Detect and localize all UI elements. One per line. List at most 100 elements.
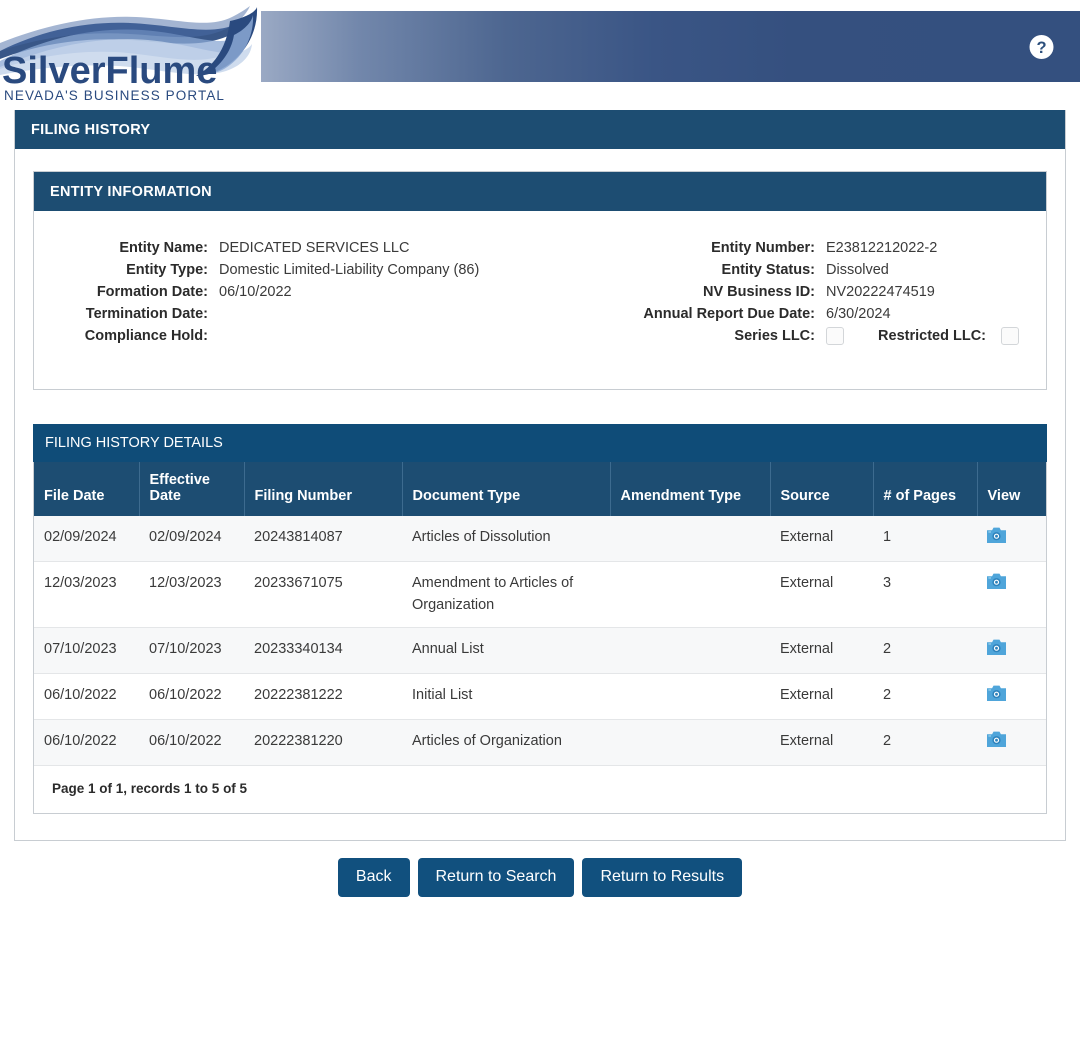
entity-number-value: E23812212022-2 — [826, 240, 938, 256]
compliance-hold-label: Compliance Hold: — [84, 328, 208, 344]
cell-source: External — [770, 719, 873, 767]
camera-icon[interactable] — [987, 572, 1006, 590]
column-header-file-date[interactable]: File Date — [34, 462, 140, 517]
entity-information-body: Entity Name: DEDICATED SERVICES LLC Enti… — [34, 211, 1046, 389]
column-header-num-pages[interactable]: # of Pages — [873, 462, 978, 517]
series-llc-cell: Restricted LLC: — [826, 325, 1046, 347]
logo-tagline: NEVADA'S BUSINESS PORTAL — [4, 88, 225, 103]
svg-text:?: ? — [1036, 38, 1046, 56]
annual-report-due-date-label: Annual Report Due Date: — [643, 306, 815, 322]
header-banner-bar: ? — [261, 11, 1080, 82]
cell-num-pages: 2 — [873, 673, 977, 721]
cell-file-date: 06/10/2022 — [34, 719, 139, 767]
camera-icon[interactable] — [987, 730, 1006, 748]
cell-amendment-type — [610, 561, 770, 629]
cell-amendment-type — [610, 516, 770, 563]
table-row: 06/10/2022 06/10/2022 20222381220 Articles … — [34, 719, 1046, 767]
cell-document-type: Articles of Organization — [402, 719, 610, 767]
filing-history-table: File Date Effective Date Filing Number D… — [34, 462, 1046, 767]
cell-view[interactable] — [977, 561, 1046, 629]
cell-effective-date: 06/10/2022 — [139, 719, 244, 767]
cell-document-type: Articles of Dissolution — [402, 516, 610, 563]
table-header-row: File Date Effective Date Filing Number D… — [34, 462, 1046, 517]
site-header: ? SilverFlume NEVADA'S BUSINESS PORTAL — [0, 0, 1080, 110]
entity-info-row-type: Entity Type: Domestic Limited-Liability … — [34, 259, 1046, 281]
cell-amendment-type — [610, 719, 770, 767]
filing-history-details-section: FILING HISTORY DETAILS File Date Effecti… — [33, 424, 1047, 815]
cell-view[interactable] — [977, 516, 1046, 563]
entity-type-value: Domestic Limited-Liability Company (86) — [219, 262, 480, 278]
cell-effective-date: 02/09/2024 — [139, 516, 244, 563]
cell-filing-number: 20233671075 — [244, 561, 402, 629]
entity-info-row-termination: Termination Date: Annual Report Due Date… — [34, 303, 1046, 325]
column-header-effective-date[interactable]: Effective Date — [139, 462, 245, 517]
cell-file-date: 12/03/2023 — [34, 561, 139, 629]
cell-num-pages: 2 — [873, 719, 977, 767]
compliance-hold-value — [219, 325, 511, 347]
filing-history-title: FILING HISTORY — [15, 110, 1065, 149]
column-header-amendment-type[interactable]: Amendment Type — [610, 462, 771, 517]
column-header-filing-number[interactable]: Filing Number — [244, 462, 403, 517]
series-llc-checkbox[interactable] — [826, 327, 844, 346]
nv-business-id-label: NV Business ID: — [703, 284, 815, 300]
restricted-llc-checkbox[interactable] — [1001, 327, 1020, 346]
logo-wordmark: SilverFlume — [2, 50, 217, 92]
help-icon[interactable]: ? — [1029, 34, 1054, 59]
cell-filing-number: 20233340134 — [244, 627, 402, 675]
formation-date-label: Formation Date: — [96, 284, 208, 300]
cell-file-date: 02/09/2024 — [34, 516, 139, 563]
filing-history-table-head: File Date Effective Date Filing Number D… — [34, 462, 1046, 517]
pagination-status: Page 1 of 1, records 1 to 5 of 5 — [52, 781, 248, 797]
cell-effective-date: 07/10/2023 — [139, 627, 244, 675]
cell-num-pages: 2 — [873, 627, 977, 675]
table-row: 02/09/2024 02/09/2024 20243814087 Articles … — [34, 516, 1046, 563]
column-header-source[interactable]: Source — [770, 462, 874, 517]
entity-type-label: Entity Type: — [126, 262, 208, 278]
filing-history-card: FILING HISTORY ENTITY INFORMATION Entity… — [14, 110, 1066, 842]
entity-information-card: ENTITY INFORMATION Entity Name: DEDICATE… — [33, 171, 1047, 391]
cell-view[interactable] — [977, 627, 1046, 675]
cell-source: External — [770, 673, 873, 721]
column-header-view[interactable]: View — [977, 462, 1046, 517]
cell-file-date: 06/10/2022 — [34, 673, 139, 721]
cell-file-date: 07/10/2023 — [34, 627, 139, 675]
cell-effective-date: 06/10/2022 — [139, 673, 244, 721]
cell-filing-number: 20222381220 — [244, 719, 402, 767]
cell-num-pages: 1 — [873, 516, 977, 563]
entity-information-grid: Entity Name: DEDICATED SERVICES LLC Enti… — [34, 237, 1046, 347]
entity-name-label: Entity Name: — [119, 240, 208, 256]
series-llc-label: Series LLC: — [734, 328, 815, 344]
entity-status-value: Dissolved — [826, 262, 889, 278]
cell-document-type: Annual List — [402, 627, 610, 675]
cell-view[interactable] — [977, 719, 1046, 767]
filing-history-details-title: FILING HISTORY DETAILS — [33, 424, 1047, 463]
table-row: 06/10/2022 06/10/2022 20222381222 Initial L… — [34, 673, 1046, 721]
return-to-search-button[interactable]: Return to Search — [417, 858, 575, 898]
return-to-results-button[interactable]: Return to Results — [582, 858, 743, 898]
cell-view[interactable] — [977, 673, 1046, 721]
termination-date-value — [219, 303, 511, 325]
back-button[interactable]: Back — [337, 858, 410, 898]
cell-source: External — [770, 561, 873, 629]
restricted-llc-label: Restricted LLC: — [878, 328, 986, 345]
nv-business-id-value: NV20222474519 — [826, 284, 935, 300]
cell-filing-number: 20243814087 — [244, 516, 402, 563]
table-row: 07/10/2023 07/10/2023 20233340134 Annual Li… — [34, 627, 1046, 675]
entity-name-value: DEDICATED SERVICES LLC — [219, 240, 410, 256]
entity-information-title: ENTITY INFORMATION — [34, 172, 1046, 211]
camera-icon[interactable] — [987, 638, 1006, 656]
footer-button-group: Back Return to Search Return to Results — [14, 841, 1066, 898]
page-body: FILING HISTORY ENTITY INFORMATION Entity… — [0, 110, 1080, 898]
camera-icon[interactable] — [987, 526, 1006, 544]
cell-filing-number: 20222381222 — [244, 673, 402, 721]
camera-icon[interactable] — [987, 684, 1006, 702]
filing-history-table-body: 02/09/2024 02/09/2024 20243814087 Articles … — [34, 516, 1046, 767]
column-header-document-type[interactable]: Document Type — [402, 462, 611, 517]
cell-document-type: Amendment to Articles of Organization — [402, 561, 610, 629]
entity-info-row-compliance: Compliance Hold: Series LLC: Restricted … — [34, 325, 1046, 347]
table-row: 12/03/2023 12/03/2023 20233671075 Amendment… — [34, 561, 1046, 629]
silverflume-logo[interactable]: SilverFlume NEVADA'S BUSINESS PORTAL — [0, 5, 258, 103]
entity-number-label: Entity Number: — [711, 240, 815, 256]
cell-source: External — [770, 627, 873, 675]
cell-amendment-type — [610, 627, 770, 675]
